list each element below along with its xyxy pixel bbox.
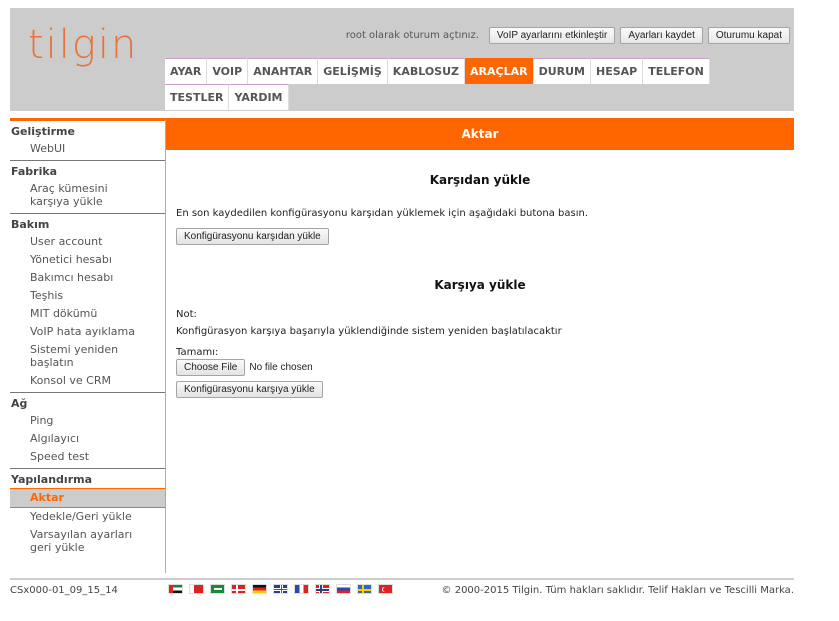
download-config-button[interactable]: Konfigürasyonu karşıdan yükle	[176, 228, 329, 245]
user-bar: root olarak oturum açtınız. VoIP ayarlar…	[346, 27, 790, 44]
germany-flag-icon[interactable]	[252, 584, 267, 594]
tab-yardim[interactable]: YARDIM	[229, 84, 289, 110]
tab-gelismis[interactable]: GELİŞMİŞ	[318, 58, 388, 84]
enable-voip-button[interactable]: VoIP ayarlarını etkinleştir	[488, 27, 616, 44]
sidebar-item-teshis[interactable]: Teşhis	[10, 287, 165, 305]
sidebar-group-fabrika: Fabrika Araç kümesini karşıya yükle	[10, 161, 165, 214]
sidebar-item-algilayici[interactable]: Algılayıcı	[10, 430, 165, 448]
tab-durum[interactable]: DURUM	[533, 58, 592, 84]
copyright-text: © 2000-2015 Tilgin. Tüm hakları saklıdır…	[441, 585, 794, 596]
file-status: No file chosen	[249, 362, 313, 373]
sidebar-group-title: Geliştirme	[11, 125, 75, 138]
tab-voip[interactable]: VOIP	[207, 58, 249, 84]
sidebar-item-speed-test[interactable]: Speed test	[10, 448, 165, 466]
language-flags	[168, 584, 399, 594]
upload-config-button[interactable]: Konfigürasyonu karşıya yükle	[176, 381, 323, 398]
sidebar-item-user-account[interactable]: User account	[10, 233, 165, 251]
sidebar-item-konsol-ve-crm[interactable]: Konsol ve CRM	[10, 372, 165, 390]
sidebar-item-aktar[interactable]: Aktar	[10, 488, 165, 508]
upload-note-label: Not:	[176, 309, 197, 320]
sidebar-item-yonetici-hesabi[interactable]: Yönetici hesabı	[10, 251, 165, 269]
sweden-flag-icon[interactable]	[357, 584, 372, 594]
sidebar-item-varsayilan-ayarlari-geri-yukle[interactable]: Varsayılan ayarları geri yükle	[10, 526, 165, 557]
sidebar-item-sistemi-yeniden-baslatin[interactable]: Sistemi yeniden başlatın	[10, 341, 165, 372]
sidebar-group-title: Fabrika	[11, 165, 58, 178]
save-settings-button[interactable]: Ayarları kaydet	[620, 27, 703, 44]
tab-hesap[interactable]: HESAP	[591, 58, 644, 84]
sidebar-group-ag: Ağ Ping Algılayıcı Speed test	[10, 393, 165, 469]
turkey-flag-icon[interactable]	[378, 584, 393, 594]
tab-kablosuz[interactable]: KABLOSUZ	[387, 58, 466, 84]
sidebar: Geliştirme WebUI Fabrika Araç kümesini k…	[10, 118, 166, 573]
download-description: En son kaydedilen konfigürasyonu karşıda…	[176, 208, 589, 219]
bahrain-flag-icon[interactable]	[189, 584, 204, 594]
tab-anahtar[interactable]: ANAHTAR	[248, 58, 319, 84]
sidebar-item-arac-kumesini-yukle[interactable]: Araç kümesini karşıya yükle	[10, 180, 165, 211]
firmware-version: CSx000-01_09_15_14	[10, 585, 118, 596]
sidebar-item-mit-dokumu[interactable]: MIT dökümü	[10, 305, 165, 323]
sidebar-group-gelistirme: Geliştirme WebUI	[10, 121, 165, 161]
main-content: Aktar Karşıdan yükle En son kaydedilen k…	[166, 118, 794, 398]
sidebar-item-ping[interactable]: Ping	[10, 412, 165, 430]
footer-divider	[10, 578, 794, 580]
tab-araclar[interactable]: ARAÇLAR	[465, 58, 534, 84]
sidebar-group-bakim: Bakım User account Yönetici hesabı Bakım…	[10, 214, 165, 393]
saudi-flag-icon[interactable]	[210, 584, 225, 594]
tilgin-logo: tilgin	[28, 22, 139, 68]
denmark-flag-icon[interactable]	[231, 584, 246, 594]
sidebar-item-webui[interactable]: WebUI	[10, 140, 165, 158]
tab-ayar[interactable]: AYAR	[165, 58, 208, 84]
header: tilgin root olarak oturum açtınız. VoIP …	[10, 8, 794, 111]
main-nav: AYAR VOIP ANAHTAR GELİŞMİŞ KABLOSUZ ARAÇ…	[165, 58, 765, 110]
upload-note-text: Konfigürasyon karşıya başarıyla yüklendi…	[176, 326, 562, 337]
login-status-text: root olarak oturum açtınız.	[345, 30, 479, 41]
upload-section-title: Karşıya yükle	[434, 278, 526, 292]
russia-flag-icon[interactable]	[336, 584, 351, 594]
sidebar-group-title: Bakım	[11, 218, 50, 231]
sidebar-group-title: Ağ	[11, 397, 28, 410]
download-section-title: Karşıdan yükle	[429, 173, 531, 187]
sidebar-item-bakimci-hesabi[interactable]: Bakımcı hesabı	[10, 269, 165, 287]
tab-testler[interactable]: TESTLER	[165, 84, 230, 110]
choose-file-button[interactable]: Choose File	[176, 359, 246, 376]
france-flag-icon[interactable]	[294, 584, 309, 594]
sidebar-item-voip-hata-ayiklama[interactable]: VoIP hata ayıklama	[10, 323, 165, 341]
file-input[interactable]: Choose File No file chosen	[176, 359, 313, 376]
page-title: Aktar	[166, 118, 794, 150]
norway-flag-icon[interactable]	[315, 584, 330, 594]
file-label: Tamamı:	[176, 347, 219, 358]
tab-telefon[interactable]: TELEFON	[643, 58, 710, 84]
sidebar-item-yedekle-geri-yukle[interactable]: Yedekle/Geri yükle	[10, 508, 165, 526]
logout-button[interactable]: Oturumu kapat	[707, 27, 790, 44]
sidebar-group-yapilandirma: Yapılandırma Aktar Yedekle/Geri yükle Va…	[10, 469, 165, 559]
uk-flag-icon[interactable]	[273, 584, 288, 594]
uae-flag-icon[interactable]	[168, 584, 183, 594]
sidebar-group-title: Yapılandırma	[11, 473, 93, 486]
